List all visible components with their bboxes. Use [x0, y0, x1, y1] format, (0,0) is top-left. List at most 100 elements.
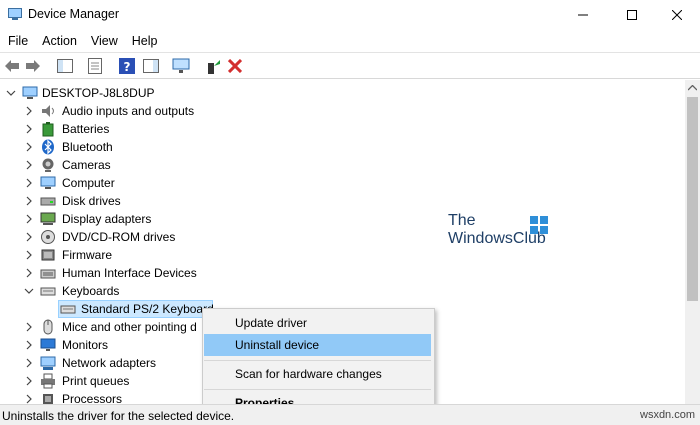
chevron-right-icon[interactable] [24, 160, 34, 170]
show-hide-console-tree-button[interactable] [56, 57, 74, 75]
computer-icon [22, 85, 38, 101]
tree-item-audio[interactable]: Audio inputs and outputs [0, 102, 300, 120]
tree-root-label: DESKTOP-J8L8DUP [42, 86, 155, 100]
monitor-icon [40, 337, 56, 353]
uninstall-device-button[interactable] [226, 57, 244, 75]
display-adapter-icon [40, 211, 56, 227]
action-pane-button[interactable] [142, 57, 160, 75]
tree-item-label: Computer [62, 176, 115, 190]
chevron-right-icon[interactable] [24, 376, 34, 386]
tree-item-hid[interactable]: Human Interface Devices [0, 264, 300, 282]
context-menu: Update driver Uninstall device Scan for … [202, 308, 435, 414]
tree-item-label: Keyboards [62, 284, 120, 298]
chevron-right-icon[interactable] [24, 250, 34, 260]
tree-item-label: Print queues [62, 374, 130, 388]
close-icon [672, 10, 682, 20]
forward-button[interactable] [24, 57, 42, 75]
status-text: Uninstalls the driver for the selected d… [2, 409, 235, 423]
chevron-right-icon[interactable] [24, 232, 34, 242]
close-button[interactable] [654, 0, 700, 30]
chevron-right-icon[interactable] [24, 106, 34, 116]
chevron-down-icon[interactable] [24, 286, 34, 296]
menu-item-uninstall-device[interactable]: Uninstall device [204, 334, 431, 356]
tree-item-label: Bluetooth [62, 140, 113, 154]
scroll-up-button[interactable] [685, 80, 700, 95]
tree-item-display-adapters[interactable]: Display adapters [0, 210, 300, 228]
svg-text:?: ? [124, 60, 131, 74]
chevron-down-icon[interactable] [6, 88, 16, 98]
vertical-scrollbar[interactable] [685, 80, 700, 404]
tree-item-label: Disk drives [62, 194, 121, 208]
chevron-up-icon [688, 84, 697, 90]
tree-item-keyboards[interactable]: Keyboards [0, 282, 300, 300]
scan-monitor-button[interactable] [172, 57, 190, 75]
network-adapter-icon [40, 355, 56, 371]
title-bar: Device Manager [0, 0, 700, 30]
chevron-right-icon[interactable] [24, 124, 34, 134]
tree-item-bluetooth[interactable]: Bluetooth [0, 138, 300, 156]
chevron-right-icon[interactable] [24, 394, 34, 404]
tree-item-cameras[interactable]: Cameras [0, 156, 300, 174]
tree-item-label: Mice and other pointing d [62, 320, 197, 334]
chevron-right-icon[interactable] [24, 322, 34, 332]
minimize-button[interactable] [560, 0, 606, 30]
show-hide-console-tree-icon [57, 59, 73, 73]
menu-file[interactable]: File [2, 32, 34, 50]
dvd-icon [40, 229, 56, 245]
tree-item-label: DVD/CD-ROM drives [62, 230, 176, 244]
minimize-icon [578, 14, 588, 16]
mouse-icon [40, 319, 56, 335]
chevron-right-icon[interactable] [24, 214, 34, 224]
chevron-right-icon[interactable] [24, 178, 34, 188]
tree-item-label: Human Interface Devices [62, 266, 197, 280]
tree-root[interactable]: DESKTOP-J8L8DUP [0, 84, 300, 102]
properties-sheet-icon [88, 58, 102, 74]
windows-logo-icon [530, 216, 548, 234]
menu-item-scan-hardware[interactable]: Scan for hardware changes [204, 363, 431, 385]
disk-drive-icon [40, 193, 56, 209]
tree-item-firmware[interactable]: Firmware [0, 246, 300, 264]
forward-arrow-icon [26, 60, 40, 72]
menu-separator [204, 389, 431, 390]
firmware-icon [40, 247, 56, 263]
tree-item-label: Cameras [62, 158, 111, 172]
keyboard-icon [60, 301, 76, 317]
menu-help[interactable]: Help [126, 32, 164, 50]
watermark-line1: The [448, 212, 476, 229]
menu-view[interactable]: View [85, 32, 124, 50]
tree-item-label: Display adapters [62, 212, 152, 226]
camera-icon [40, 157, 56, 173]
back-button[interactable] [3, 57, 21, 75]
tree-item-label: Processors [62, 392, 123, 404]
chevron-right-icon[interactable] [24, 358, 34, 368]
tree-item-batteries[interactable]: Batteries [0, 120, 300, 138]
tree-item-label: Standard PS/2 Keyboard [81, 302, 214, 316]
update-driver-button[interactable] [204, 57, 222, 75]
hid-icon [40, 265, 56, 281]
tree-item-computer[interactable]: Computer [0, 174, 300, 192]
help-button[interactable]: ? [118, 57, 136, 75]
scroll-thumb[interactable] [687, 97, 698, 301]
tree-item-label: Monitors [62, 338, 109, 352]
update-driver-icon [208, 60, 220, 74]
battery-icon [40, 121, 56, 137]
menu-action[interactable]: Action [36, 32, 83, 50]
bluetooth-icon [40, 139, 56, 155]
tree-item-dvd[interactable]: DVD/CD-ROM drives [0, 228, 300, 246]
chevron-right-icon[interactable] [24, 142, 34, 152]
processor-icon [40, 391, 56, 404]
chevron-right-icon[interactable] [24, 340, 34, 350]
chevron-right-icon[interactable] [24, 268, 34, 278]
maximize-button[interactable] [609, 0, 655, 30]
window-title: Device Manager [28, 7, 120, 21]
site-watermark: wsxdn.com [640, 409, 696, 421]
tree-item-disk-drives[interactable]: Disk drives [0, 192, 300, 210]
properties-button[interactable] [86, 57, 104, 75]
help-icon: ? [119, 58, 135, 74]
tree-item-label: Network adapters [62, 356, 157, 370]
chevron-right-icon[interactable] [24, 196, 34, 206]
printer-icon [40, 373, 56, 389]
device-manager-icon [8, 8, 22, 20]
menu-item-update-driver[interactable]: Update driver [204, 312, 431, 334]
speaker-icon [40, 103, 56, 119]
